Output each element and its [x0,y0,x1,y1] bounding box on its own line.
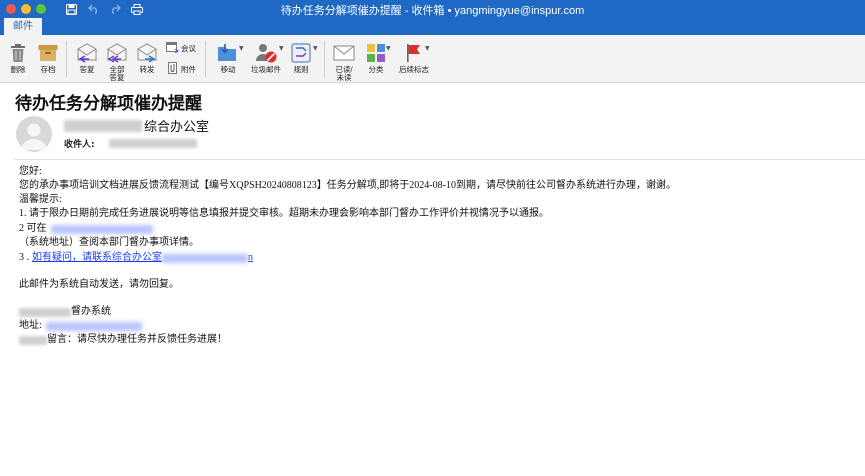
reply-button[interactable]: 答复 [73,35,101,83]
body-tip-2-suffix: （系统地址）查阅本部门督办事项详情。 [19,237,199,248]
redacted-address-link[interactable] [45,321,142,331]
rules-dropdown-caret[interactable]: ▼ [313,45,318,52]
junk-button[interactable]: 垃圾邮件 [248,35,284,83]
read-unread-button[interactable]: 已读/ 未读 [330,35,358,83]
ribbon-toolbar: 删除 存档 答复 全部 答复 转发 会议 附件 移动 ▼ 垃圾邮件 ▼ 规则 ▼… [0,35,865,83]
move-dropdown-caret[interactable]: ▼ [239,45,244,52]
trash-icon [10,40,26,66]
meeting-button[interactable]: 会议 [166,41,196,55]
contact-office-link[interactable]: 如有疑问，请联系综合办公室 [32,252,162,264]
redacted-signer [19,335,47,345]
body-greeting: 您好: [19,166,42,177]
body-tip-1: 1. 请于限办日期前完成任务进展说明等信息填报并提交审核。超期未办理会影响本部门… [19,208,549,219]
ribbon-separator [324,41,325,77]
calendar-reply-icon [166,41,179,55]
body-line-1: 您的承办事项培训文档进展反馈流程测试【编号XQPSH20240808123】任务… [19,180,676,191]
signature-message: 留言：请尽快办理任务并反馈任务进展！ [19,334,227,346]
recipient-row: 收件人: [64,137,197,150]
to-label: 收件人: [64,140,95,150]
junk-dropdown-caret[interactable]: ▼ [279,45,284,52]
sender-name[interactable]: 综合办公室 [64,116,209,135]
attachment-button[interactable]: 附件 [166,62,196,76]
follow-up-button[interactable]: 后续标志 [396,35,432,83]
archive-button[interactable]: 存档 [34,35,62,83]
redacted-company [19,307,71,317]
reply-all-icon [106,40,128,66]
forward-button[interactable]: 转发 [133,35,161,83]
body-auto-notice: 此邮件为系统自动发送，请勿回复。 [19,279,179,290]
red-flag-icon [405,40,423,66]
forward-icon [136,40,158,66]
ribbon-separator [205,41,206,77]
redacted-contact-link[interactable] [162,253,248,263]
ribbon-separator [66,41,67,77]
attachment-icon [166,62,179,76]
rules-button[interactable]: 规则 [286,35,316,83]
reply-icon [76,40,98,66]
window-title: 待办任务分解项催办提醒 - 收件箱 • yangmingyue@inspur.c… [280,5,585,17]
redacted-recipient[interactable] [108,139,197,148]
signature-address: 地址: [19,320,142,332]
title-bar: 待办任务分解项催办提醒 - 收件箱 • yangmingyue@inspur.c… [0,0,865,18]
signature-system: 督办系统 [19,306,111,318]
category-squares-icon [366,40,386,66]
redacted-system-link[interactable] [50,224,153,234]
envelope-icon [333,40,355,66]
header-divider [14,159,865,160]
categorize-button[interactable]: 分类 [361,35,391,83]
sender-avatar [16,116,52,152]
body-tips-title: 温馨提示: [19,194,62,205]
archive-box-icon [38,40,58,66]
message-subject: 待办任务分解项催办提醒 [15,94,202,114]
contact-office-link-end[interactable]: n [248,252,253,264]
tab-mail[interactable]: 邮件 [4,18,42,35]
body-tip-3: 3 . 如有疑问，请联系综合办公室 n [19,252,253,264]
rules-icon [291,40,311,66]
redacted-sender-prefix [64,119,142,132]
categorize-dropdown-caret[interactable]: ▼ [386,45,391,52]
reply-all-button[interactable]: 全部 答复 [103,35,131,83]
ribbon-tab-row: 邮件 [0,18,865,35]
follow-up-dropdown-caret[interactable]: ▼ [425,45,430,52]
body-tip-2: 2 可在 [19,223,153,235]
move-button[interactable]: 移动 [212,35,244,83]
move-folder-icon [217,40,239,66]
junk-block-icon [254,40,278,66]
delete-button[interactable]: 删除 [4,35,32,83]
